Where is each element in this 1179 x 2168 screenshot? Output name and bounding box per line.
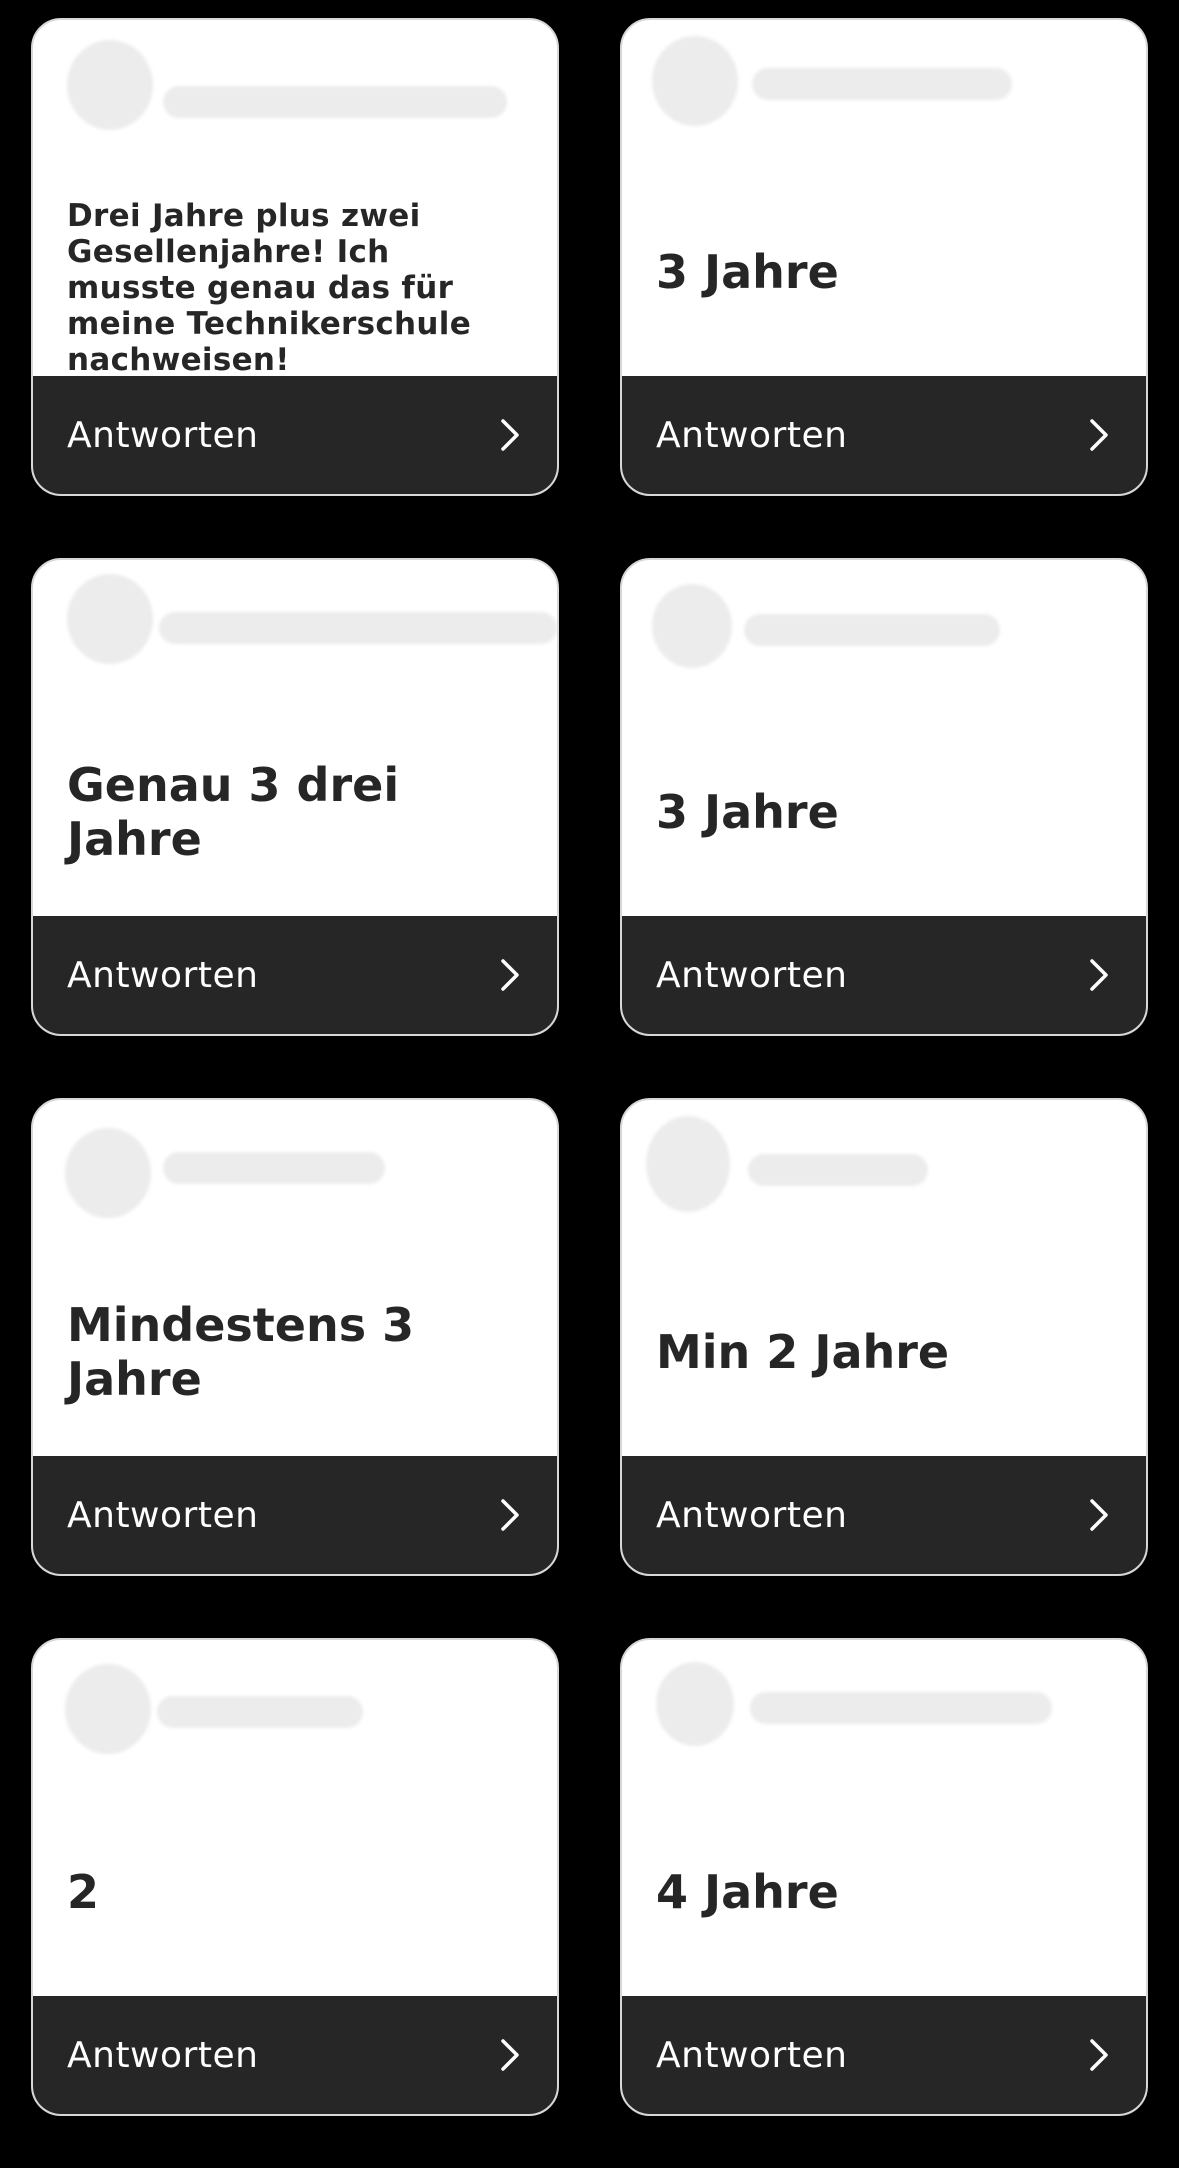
chevron-right-icon xyxy=(1090,959,1108,991)
answer-text: Mindestens 3 Jahre xyxy=(67,1298,415,1406)
avatar[interactable] xyxy=(65,1128,151,1218)
avatar[interactable] xyxy=(65,1664,151,1754)
answer-text: Genau 3 drei Jahre xyxy=(67,758,400,866)
response-card: 4 Jahre Antworten xyxy=(620,1638,1148,2116)
response-card: Min 2 Jahre Antworten xyxy=(620,1098,1148,1576)
answer-text: 2 xyxy=(67,1865,100,1919)
card-header xyxy=(33,1100,557,1230)
response-card: 3 Jahre Antworten xyxy=(620,558,1148,1036)
reply-button[interactable]: Antworten xyxy=(622,1456,1146,1574)
avatar[interactable] xyxy=(656,1662,734,1746)
answer-text: 3 Jahre xyxy=(656,785,839,839)
reply-label: Antworten xyxy=(656,2034,848,2076)
response-grid: Drei Jahre plus zwei Gesellenjahre! Ich … xyxy=(0,0,1179,2168)
reply-button[interactable]: Antworten xyxy=(33,916,557,1034)
card-header xyxy=(33,560,557,690)
username-redacted[interactable] xyxy=(163,1152,385,1184)
response-card: Mindestens 3 Jahre Antworten xyxy=(31,1098,559,1576)
reply-label: Antworten xyxy=(67,414,259,456)
card-header xyxy=(33,20,557,150)
reply-button[interactable]: Antworten xyxy=(33,376,557,494)
chevron-right-icon xyxy=(1090,419,1108,451)
response-card: 3 Jahre Antworten xyxy=(620,18,1148,496)
chevron-right-icon xyxy=(501,1499,519,1531)
avatar[interactable] xyxy=(67,574,153,664)
username-redacted[interactable] xyxy=(163,86,507,118)
reply-label: Antworten xyxy=(656,1494,848,1536)
reply-button[interactable]: Antworten xyxy=(622,1996,1146,2114)
avatar[interactable] xyxy=(652,584,732,668)
chevron-right-icon xyxy=(1090,2039,1108,2071)
card-header xyxy=(622,1640,1146,1770)
response-card: 2 Antworten xyxy=(31,1638,559,2116)
chevron-right-icon xyxy=(501,959,519,991)
reply-button[interactable]: Antworten xyxy=(622,376,1146,494)
username-redacted[interactable] xyxy=(748,1154,928,1186)
chevron-right-icon xyxy=(501,2039,519,2071)
answer-text: 4 Jahre xyxy=(656,1865,839,1919)
reply-label: Antworten xyxy=(67,954,259,996)
reply-label: Antworten xyxy=(656,414,848,456)
answer-text: Drei Jahre plus zwei Gesellenjahre! Ich … xyxy=(67,198,472,378)
card-header xyxy=(33,1640,557,1770)
chevron-right-icon xyxy=(501,419,519,451)
chevron-right-icon xyxy=(1090,1499,1108,1531)
username-redacted[interactable] xyxy=(159,612,557,644)
card-header xyxy=(622,1100,1146,1230)
reply-label: Antworten xyxy=(67,1494,259,1536)
avatar[interactable] xyxy=(652,36,738,126)
answer-text: 3 Jahre xyxy=(656,245,839,299)
reply-button[interactable]: Antworten xyxy=(622,916,1146,1034)
avatar[interactable] xyxy=(646,1116,730,1212)
answer-text: Min 2 Jahre xyxy=(656,1325,950,1379)
username-redacted[interactable] xyxy=(157,1696,363,1728)
response-card: Genau 3 drei Jahre Antworten xyxy=(31,558,559,1036)
reply-label: Antworten xyxy=(656,954,848,996)
reply-label: Antworten xyxy=(67,2034,259,2076)
username-redacted[interactable] xyxy=(752,68,1012,100)
response-card: Drei Jahre plus zwei Gesellenjahre! Ich … xyxy=(31,18,559,496)
card-header xyxy=(622,560,1146,690)
reply-button[interactable]: Antworten xyxy=(33,1996,557,2114)
username-redacted[interactable] xyxy=(744,614,1000,646)
reply-button[interactable]: Antworten xyxy=(33,1456,557,1574)
card-header xyxy=(622,20,1146,150)
username-redacted[interactable] xyxy=(750,1692,1052,1724)
avatar[interactable] xyxy=(67,40,153,130)
